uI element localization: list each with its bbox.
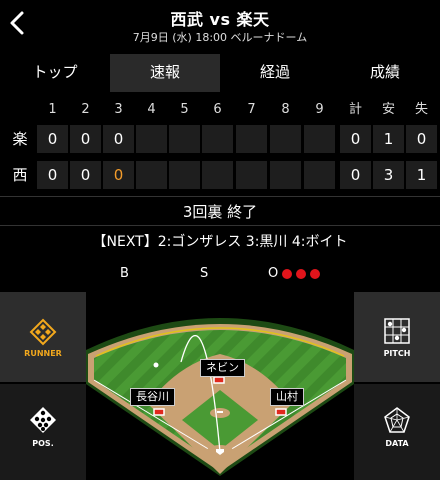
out-label: O (268, 266, 279, 281)
next-batters: 【NEXT】2:ゴンザレス 3:黒川 4:ボイト (92, 234, 348, 250)
inning-score-current: 0 (103, 161, 134, 189)
total-errors: 1 (406, 161, 437, 189)
total-hits: 1 (373, 125, 404, 153)
inning-score: 0 (37, 125, 68, 153)
runner-button[interactable]: RUNNER (0, 292, 86, 382)
header: 西武 vs 楽天 7月9日 (水) 18:00 ベルーナドーム (0, 0, 440, 50)
inning-score (169, 161, 200, 189)
game-title: 西武 vs 楽天 (170, 10, 270, 29)
ball-label: B (120, 266, 129, 281)
inning-header: 3 (114, 102, 123, 117)
inning-header: 9 (315, 102, 324, 117)
inning-score (169, 125, 200, 153)
inning-header: 1 (48, 102, 57, 117)
baseball-field: ネビン 長谷川 山村 (86, 292, 354, 480)
inning-score (202, 125, 233, 153)
out-dot (282, 269, 292, 279)
runs-header: 計 (348, 102, 362, 117)
inning-score: 0 (70, 161, 101, 189)
inning-header: 4 (147, 102, 156, 117)
game-datetime-venue: 7月9日 (水) 18:00 ベルーナドーム (132, 31, 308, 44)
out-dot (310, 269, 320, 279)
tab-stats[interactable]: 成績 (330, 54, 440, 92)
data-button[interactable]: DATA (354, 384, 440, 480)
total-errors: 0 (406, 125, 437, 153)
total-runs: 0 (340, 125, 371, 153)
inning-score: 0 (103, 125, 134, 153)
tab-live[interactable]: 速報 (110, 54, 220, 92)
tab-bar: トップ 速報 経過 成績 (0, 54, 440, 92)
team-name: 楽 (12, 130, 28, 148)
count-indicator: B S O (0, 262, 440, 286)
inning-status: 3回裏 終了 (0, 196, 440, 226)
total-hits: 3 (373, 161, 404, 189)
pitch-label: PITCH (383, 349, 411, 358)
pitch-button[interactable]: PITCH (354, 292, 440, 382)
hits-header: 安 (381, 102, 395, 117)
runner-label: RUNNER (24, 349, 62, 358)
player-label: 山村 (270, 388, 304, 406)
scoreboard: 1 2 3 4 5 6 7 8 9 計 安 失 楽 0 0 0 0 1 0 西 … (0, 99, 440, 197)
pos-label: POS. (32, 439, 54, 448)
scoreboard-row-away: 楽 0 0 0 0 1 0 (0, 125, 440, 153)
data-label: DATA (385, 439, 409, 448)
inning-header: 6 (213, 102, 222, 117)
inning-score: 0 (70, 125, 101, 153)
inning-score (236, 125, 267, 153)
position-dots-icon (30, 407, 56, 433)
tab-progress[interactable]: 経過 (220, 54, 330, 92)
inning-score (270, 125, 301, 153)
inning-header: 7 (247, 102, 256, 117)
errors-header: 失 (414, 102, 428, 117)
ball-landing-marker (153, 362, 159, 368)
inning-score (202, 161, 233, 189)
inning-header: 5 (180, 102, 189, 117)
inning-score: 0 (37, 161, 68, 189)
scoreboard-row-home: 西 0 0 0 0 3 1 (0, 161, 440, 189)
diamond-icon (29, 318, 57, 346)
total-runs: 0 (340, 161, 371, 189)
inning-score (304, 125, 335, 153)
field-panel: RUNNER POS. ネビン 長谷川 山村 PITCH DATA (0, 292, 440, 480)
tab-top[interactable]: トップ (0, 54, 110, 92)
pos-button[interactable]: POS. (0, 384, 86, 480)
team-name: 西 (12, 166, 28, 184)
strike-label: S (200, 266, 209, 281)
inning-score (304, 161, 335, 189)
radar-chart-icon (384, 407, 410, 433)
inning-score (136, 125, 167, 153)
inning-score (136, 161, 167, 189)
field-diagram (86, 318, 354, 476)
strike-zone-icon (384, 318, 410, 344)
inning-score (270, 161, 301, 189)
player-label: ネビン (200, 359, 245, 377)
inning-score (236, 161, 267, 189)
out-dot (296, 269, 306, 279)
player-label: 長谷川 (130, 388, 175, 406)
inning-header: 2 (81, 102, 90, 117)
inning-header: 8 (281, 102, 290, 117)
scoreboard-header: 1 2 3 4 5 6 7 8 9 計 安 失 (0, 99, 440, 121)
